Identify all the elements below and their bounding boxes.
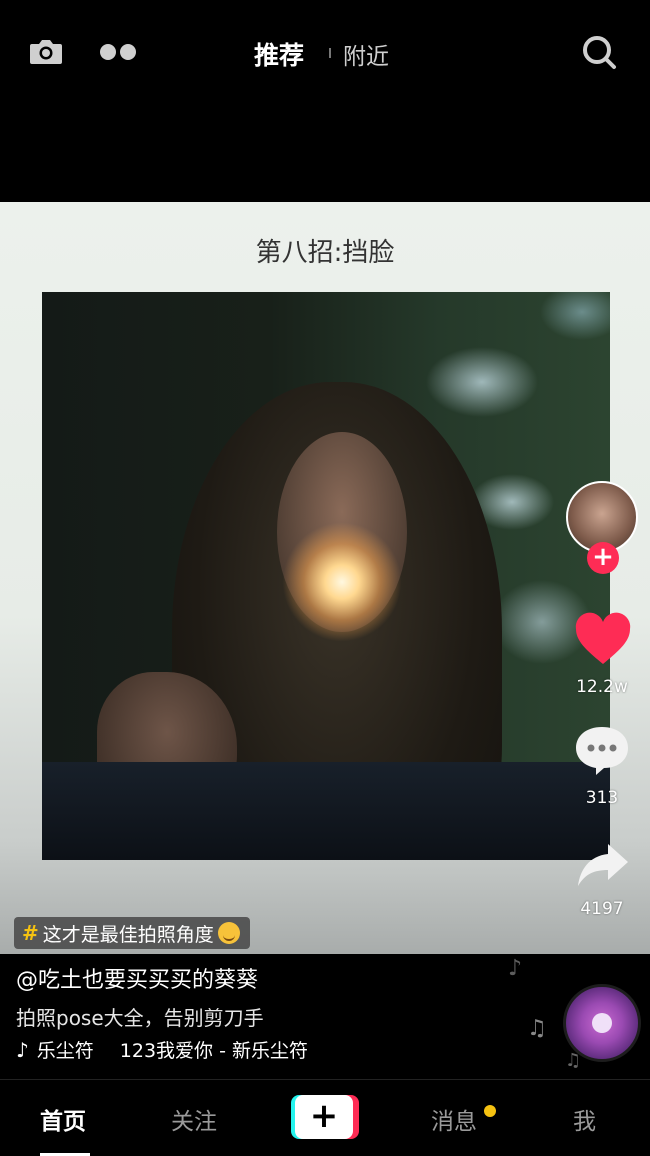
music-disc-icon[interactable]	[563, 984, 641, 1062]
music-disc-center	[592, 1013, 612, 1033]
video-photo	[42, 292, 610, 860]
hashtag-label: 这才是最佳拍照角度	[42, 923, 214, 946]
create-button-plus: +	[295, 1095, 353, 1139]
card-title: 第八招:挡脸	[255, 238, 395, 268]
music-text-b: 123我爱你 - 新乐尘符	[119, 1040, 308, 1062]
message-badge-dot	[484, 1105, 496, 1117]
top-bar: 推荐 附近	[0, 0, 650, 110]
create-button[interactable]: +	[291, 1095, 359, 1139]
heart-icon[interactable]	[574, 612, 632, 666]
video-content[interactable]: 第八招:挡脸 # 这才是最佳拍照角度	[0, 202, 650, 954]
music-text-a: 乐尘符	[36, 1040, 94, 1062]
share-icon[interactable]	[576, 842, 630, 888]
tab-nearby[interactable]: 附近	[343, 37, 389, 71]
nav-me[interactable]: 我	[573, 1102, 596, 1136]
floating-note-icon: ♪	[508, 956, 523, 981]
music-note-icon: ♪	[16, 1037, 29, 1062]
floating-note-icon: ♫	[527, 1016, 547, 1041]
author-name[interactable]: @吃土也要买买买的葵葵	[16, 962, 258, 994]
like-count: 12.2w	[576, 677, 628, 697]
nav-follow[interactable]: 关注	[171, 1102, 217, 1136]
comment-icon[interactable]	[574, 725, 630, 777]
nav-home[interactable]: 首页	[40, 1102, 86, 1136]
feed-tabs: 推荐 附近	[0, 36, 650, 70]
video-description: 拍照pose大全，告别剪刀手	[16, 1006, 264, 1030]
tab-divider	[329, 48, 331, 58]
hashtag-icon: #	[22, 921, 39, 945]
photo-sparkler	[282, 522, 402, 642]
share-count: 4197	[580, 899, 624, 919]
tab-recommend[interactable]: 推荐	[254, 36, 304, 72]
nav-messages[interactable]: 消息	[431, 1102, 477, 1136]
hashtag-chip[interactable]: # 这才是最佳拍照角度	[14, 917, 250, 949]
comment-count: 313	[585, 788, 619, 808]
follow-button[interactable]: +	[587, 542, 619, 574]
search-icon[interactable]	[581, 34, 617, 70]
photo-shirt	[42, 762, 610, 860]
music-marquee[interactable]: ♪ 乐尘符 123我爱你 - 新乐尘符	[16, 1036, 308, 1063]
smirk-emoji-icon	[217, 922, 240, 944]
